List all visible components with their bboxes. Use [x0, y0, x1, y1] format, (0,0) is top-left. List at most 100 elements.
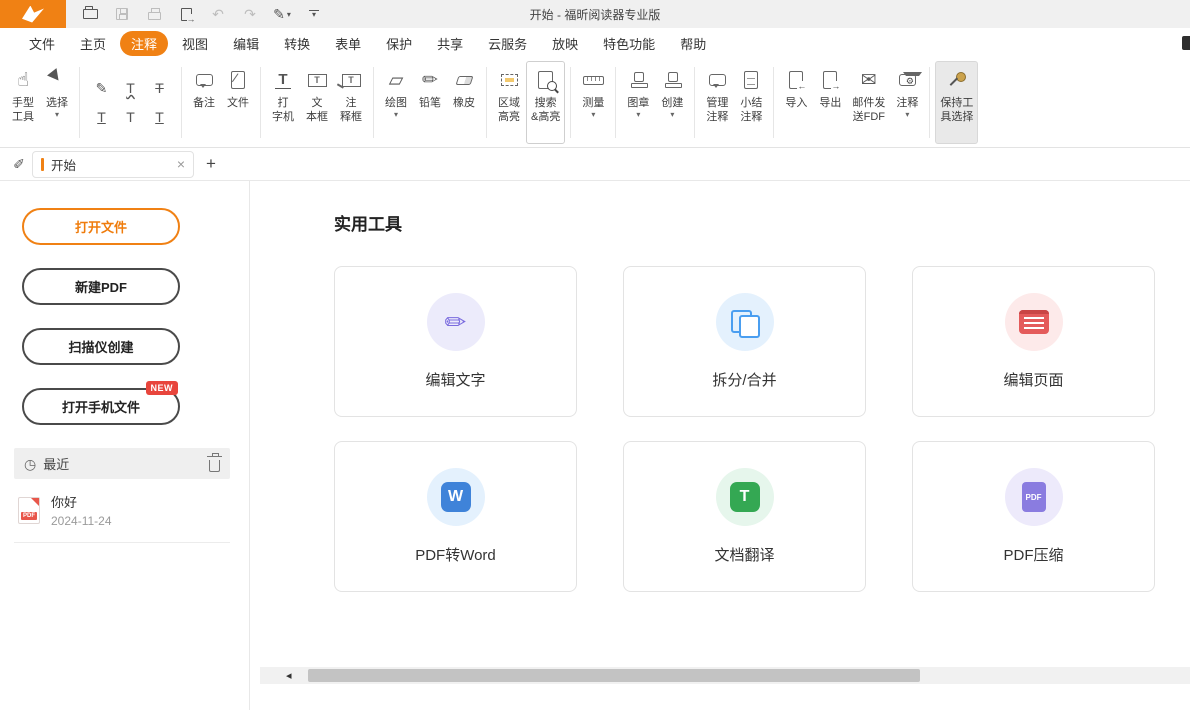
drawing-button[interactable]: ▱ 绘图 ▾ [379, 61, 413, 144]
hand-icon: ☝ [17, 67, 29, 93]
open-mobile-file-button[interactable]: 打开手机文件 NEW [22, 388, 180, 425]
card-edit-pages[interactable]: 编辑页面 [912, 266, 1155, 417]
attach-file-button[interactable]: 文件 [221, 61, 255, 144]
export-comments-button[interactable]: 导出 [813, 61, 847, 144]
open-file-button[interactable]: 打开文件 [22, 208, 180, 245]
chevron-down-icon: ▾ [394, 111, 398, 119]
select-tool-button[interactable]: 选择 ▾ [40, 61, 74, 144]
insert-text-tool-icon[interactable]: T [117, 104, 144, 131]
trash-icon[interactable] [209, 460, 220, 472]
card-split-merge[interactable]: 拆分/合并 [623, 266, 866, 417]
save-icon[interactable] [112, 4, 132, 24]
ribbon-divider [486, 67, 487, 138]
highlight-tool-icon[interactable]: ✎ [88, 75, 115, 102]
menu-edit[interactable]: 编辑 [222, 31, 270, 56]
window-title: 开始 - 福昕阅读器专业版 [530, 6, 661, 23]
card-pdf-compress[interactable]: PDF PDF压缩 [912, 441, 1155, 592]
menu-file[interactable]: 文件 [18, 31, 66, 56]
open-file-icon[interactable] [80, 4, 100, 24]
recent-header: ◷ 最近 [14, 448, 230, 479]
card-pdf-to-word[interactable]: W PDF转Word [334, 441, 577, 592]
scrollbar-thumb[interactable] [308, 669, 920, 682]
card-doc-translate[interactable]: T 文档翻译 [623, 441, 866, 592]
comment-settings-label: 注释 [896, 96, 918, 110]
horizontal-scrollbar[interactable]: ◂ [260, 667, 1190, 684]
pdf-type-badge: PDF [21, 512, 37, 520]
card-label: 文档翻译 [714, 544, 774, 565]
recent-file-item[interactable]: PDF 你好 2024-11-24 [14, 479, 230, 543]
folder-icon [83, 9, 98, 19]
stamp-label: 图章 [627, 96, 649, 110]
manage-comments-button[interactable]: 管理 注释 [700, 61, 734, 144]
textbox-button[interactable]: T 文 本框 [300, 61, 334, 144]
menu-features[interactable]: 特色功能 [592, 31, 666, 56]
chevron-down-icon: ▾ [636, 111, 640, 119]
stamp-button[interactable]: 图章 ▾ [621, 61, 655, 144]
measure-button[interactable]: 测量 ▾ [576, 61, 610, 144]
textbox-icon: T [308, 67, 327, 93]
annotation-nib-icon[interactable]: ✐ [6, 156, 32, 173]
select-label: 选择 [46, 96, 68, 110]
squiggly-tool-icon[interactable]: T [117, 75, 144, 102]
foxit-logo[interactable] [0, 0, 66, 28]
new-tab-button[interactable]: + [206, 154, 216, 174]
menu-help[interactable]: 帮助 [669, 31, 717, 56]
keep-tool-selected-button[interactable]: 保持工 具选择 [935, 61, 978, 144]
card-label: PDF压缩 [1003, 544, 1063, 565]
card-label: PDF转Word [415, 544, 496, 565]
area-highlight-button[interactable]: 区域 高亮 [492, 61, 526, 144]
undo-icon[interactable]: ↶ [208, 4, 228, 24]
print-icon[interactable] [144, 4, 164, 24]
comment-settings-button[interactable]: 注释 ▾ [890, 61, 924, 144]
note-button[interactable]: 备注 [187, 61, 221, 144]
import-comments-button[interactable]: 导入 [779, 61, 813, 144]
mail-icon: ✉ [861, 67, 877, 93]
typewriter-button[interactable]: T 打 字机 [266, 61, 300, 144]
doc-translate-icon: T [716, 468, 774, 526]
menu-view[interactable]: 视图 [171, 31, 219, 56]
speech-bubble-icon [196, 67, 213, 93]
email-fdf-button[interactable]: ✉ 邮件发 送FDF [847, 61, 890, 144]
search-highlight-button[interactable]: 搜索 &高亮 [526, 61, 565, 144]
callout-button[interactable]: T 注 释框 [334, 61, 368, 144]
cursor-icon [51, 67, 63, 93]
menu-form[interactable]: 表单 [324, 31, 372, 56]
hand-tool-button[interactable]: ☝ 手型 工具 [6, 61, 40, 144]
eraser-button[interactable]: 橡皮 [447, 61, 481, 144]
card-label: 拆分/合并 [712, 369, 776, 390]
document-tab-bar: ✐ 开始 × + [0, 148, 1190, 181]
search-highlight-label: 搜索 &高亮 [531, 96, 560, 125]
quick-tool-pen-icon[interactable]: ✎▾ [272, 4, 292, 24]
menu-convert[interactable]: 转换 [273, 31, 321, 56]
scanner-create-button[interactable]: 扫描仪创建 [22, 328, 180, 365]
new-pdf-button[interactable]: 新建PDF [22, 268, 180, 305]
create-stamp-button[interactable]: 创建 ▾ [655, 61, 689, 144]
card-edit-text[interactable]: ✏ 编辑文字 [334, 266, 577, 417]
menu-slideshow[interactable]: 放映 [541, 31, 589, 56]
scroll-left-arrow[interactable]: ◂ [286, 669, 292, 682]
menu-share[interactable]: 共享 [426, 31, 474, 56]
textbox-label: 文 本框 [306, 96, 328, 125]
underline-tool-icon[interactable]: T [88, 104, 115, 131]
export-icon [823, 67, 837, 93]
content-area: 打开文件 新建PDF 扫描仪创建 打开手机文件 NEW ◷ 最近 PDF 你好 … [0, 181, 1190, 710]
open-file-label: 打开文件 [75, 217, 127, 236]
new-pdf-label: 新建PDF [75, 277, 127, 296]
customize-toolbar-icon[interactable]: ▾ [304, 4, 324, 24]
redo-icon[interactable]: ↷ [240, 4, 260, 24]
tab-start[interactable]: 开始 × [32, 151, 194, 178]
share-document-icon[interactable] [176, 4, 196, 24]
menu-comment[interactable]: 注释 [120, 31, 168, 56]
strikeout-tool-icon[interactable]: T [146, 75, 173, 102]
menu-cloud[interactable]: 云服务 [477, 31, 538, 56]
replace-text-tool-icon[interactable]: T [146, 104, 173, 131]
close-tab-icon[interactable]: × [177, 156, 185, 172]
sidebar: 打开文件 新建PDF 扫描仪创建 打开手机文件 NEW ◷ 最近 PDF 你好 … [0, 181, 250, 710]
tool-cards-grid: ✏ 编辑文字 拆分/合并 编辑页面 W PDF转Word T 文档翻译 [334, 266, 1190, 592]
area-highlight-label: 区域 高亮 [498, 96, 520, 125]
create-stamp-icon [665, 67, 680, 93]
summarize-comments-button[interactable]: 小结 注释 [734, 61, 768, 144]
menu-home[interactable]: 主页 [69, 31, 117, 56]
pencil-button[interactable]: ✏ 铅笔 [413, 61, 447, 144]
menu-protect[interactable]: 保护 [375, 31, 423, 56]
